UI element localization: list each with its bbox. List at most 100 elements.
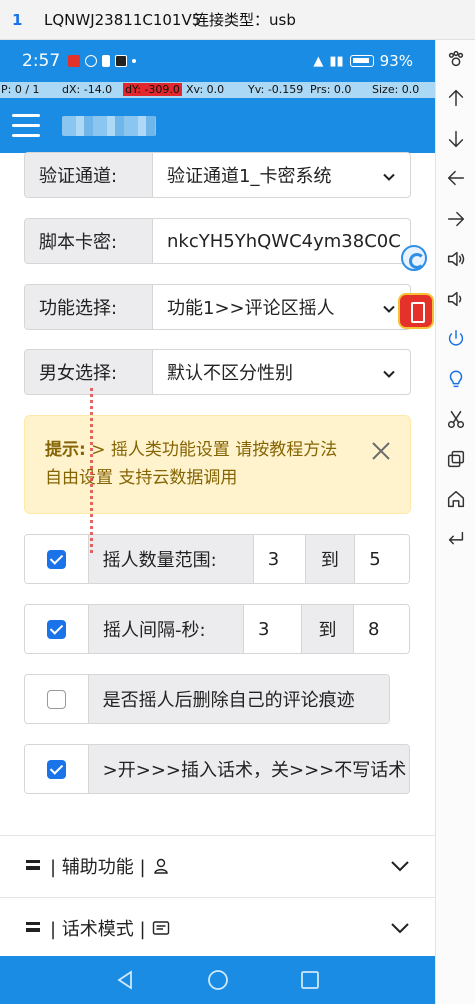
- interval-label: 摇人间隔-秒:: [89, 605, 244, 653]
- wifi-icon: ▲: [313, 53, 324, 69]
- range-from-input[interactable]: 3: [253, 535, 306, 583]
- section-assist[interactable]: | 辅助功能 |: [0, 835, 435, 895]
- battery-percent: 93%: [379, 52, 413, 70]
- paw-icon[interactable]: [436, 42, 475, 76]
- checkbox-checked-icon: [47, 619, 66, 639]
- chevron-down-icon: [382, 168, 396, 182]
- status-bar: 2:57 ▲ ▮▮ 93%: [0, 40, 435, 82]
- interval-checkbox[interactable]: [25, 605, 89, 653]
- checkbox-checked-icon: [46, 549, 66, 569]
- feature-select-row[interactable]: 功能选择: 功能1>>评论区摇人: [24, 284, 411, 330]
- card-key-label: 脚本卡密:: [25, 219, 153, 263]
- chevron-down-icon[interactable]: [389, 855, 411, 877]
- menu-icon[interactable]: [12, 114, 40, 137]
- chevron-down-icon: [382, 300, 396, 314]
- notification-icon: [132, 59, 137, 63]
- section-bar-icon: [26, 859, 40, 872]
- enter-icon[interactable]: [436, 522, 475, 556]
- interval-to-label: 到: [302, 605, 354, 653]
- card-icon: [152, 919, 170, 937]
- delete-trace-checkbox[interactable]: [25, 675, 89, 723]
- section-title: | 话术模式 |: [50, 915, 170, 941]
- arrow-up-icon[interactable]: [436, 81, 475, 115]
- section-title: | 辅助功能 |: [50, 853, 170, 879]
- section-title-text: | 话术模式 |: [50, 918, 146, 940]
- delete-trace-label: 是否摇人后删除自己的评论痕迹: [88, 675, 389, 723]
- recents-icon[interactable]: [298, 968, 322, 992]
- arrow-right-icon[interactable]: [436, 202, 475, 236]
- gender-select[interactable]: 默认不区分性别: [153, 350, 410, 394]
- touch-trace-line: [90, 388, 93, 553]
- pointer-dy: dY: -309.0: [123, 83, 182, 96]
- copy-icon[interactable]: [436, 442, 475, 476]
- home-icon[interactable]: [206, 968, 230, 992]
- speech-row: >开>>>插入话术，关>>>不写话术: [24, 744, 410, 794]
- section-bar-icon: [26, 921, 40, 934]
- floating-assistant-icon[interactable]: [401, 245, 427, 271]
- back-icon[interactable]: [113, 968, 137, 992]
- signal-icon: ▮▮: [329, 53, 344, 69]
- feature-value: 功能1>>评论区摇人: [167, 298, 335, 319]
- channel-select[interactable]: 验证通道1_卡密系统: [153, 153, 410, 197]
- alert-text: > 摇人类功能设置 请按教程方法自由设置 支持云数据调用: [45, 440, 338, 488]
- channel-label: 验证通道:: [25, 153, 153, 197]
- notification-icon: [102, 55, 111, 67]
- channel-select-row[interactable]: 验证通道: 验证通道1_卡密系统: [24, 152, 411, 198]
- bulb-icon[interactable]: [436, 362, 475, 396]
- status-right: ▲ ▮▮ 93%: [313, 40, 413, 82]
- navigation-bar: [0, 956, 435, 1004]
- channel-value: 验证通道1_卡密系统: [167, 166, 332, 187]
- scissors-icon[interactable]: [436, 402, 475, 436]
- home-icon[interactable]: [436, 482, 475, 516]
- feature-label: 功能选择:: [25, 285, 153, 329]
- pointer-prs: Prs: 0.0: [310, 83, 352, 96]
- pointer-location-bar: P: 0 / 1 dX: -14.0 dY: -309.0 Xv: 0.0 Yv…: [0, 82, 435, 98]
- section-speech-mode[interactable]: | 话术模式 |: [0, 897, 435, 957]
- range-checkbox[interactable]: [25, 535, 89, 583]
- gender-label: 男女选择:: [25, 350, 153, 394]
- app-bar: [0, 98, 435, 153]
- floating-app-icon[interactable]: [398, 293, 434, 329]
- notification-icon: [115, 55, 128, 67]
- notification-icon: [85, 55, 98, 67]
- user-icon: [152, 857, 170, 875]
- battery-icon: [349, 55, 374, 67]
- volume-down-icon[interactable]: [436, 282, 475, 316]
- power-icon[interactable]: [436, 322, 475, 356]
- feature-select[interactable]: 功能1>>评论区摇人: [153, 285, 410, 329]
- window-title-bar: 1 LQNWJ23811C101V5 连接类型：usb: [0, 0, 475, 40]
- device-serial: LQNWJ23811C101V5: [44, 10, 202, 29]
- checkbox-checked-icon: [46, 759, 66, 779]
- pointer-xv: Xv: 0.0: [186, 83, 225, 96]
- chevron-down-icon[interactable]: [389, 917, 411, 939]
- pointer-yv: Yv: -0.159: [248, 83, 304, 96]
- status-time: 2:57: [22, 51, 61, 71]
- pointer-count: P: 0 / 1: [1, 83, 40, 96]
- interval-from-input[interactable]: 3: [244, 605, 302, 653]
- device-index: 1: [12, 10, 23, 29]
- checkbox-unchecked-icon: [46, 689, 66, 709]
- device-toolbar: [435, 40, 475, 1004]
- range-to-input[interactable]: 5: [355, 535, 409, 583]
- gender-value: 默认不区分性别: [167, 363, 293, 384]
- card-key-input[interactable]: nkcYH5YhQWC4ym38C0C: [153, 219, 410, 263]
- gender-select-row[interactable]: 男女选择: 默认不区分性别: [24, 349, 411, 395]
- speech-checkbox[interactable]: [25, 745, 89, 793]
- arrow-down-icon[interactable]: [436, 122, 475, 156]
- chevron-down-icon: [382, 365, 396, 379]
- range-to-label: 到: [305, 535, 356, 583]
- section-title-text: | 辅助功能 |: [50, 856, 146, 878]
- interval-to-input[interactable]: 8: [354, 605, 409, 653]
- notification-icons: [68, 55, 137, 67]
- close-icon[interactable]: [370, 440, 392, 462]
- app-title-blurred: [62, 116, 156, 136]
- volume-up-icon[interactable]: [436, 242, 475, 276]
- pointer-dx: dX: -14.0: [62, 83, 113, 96]
- range-row: 摇人数量范围: 3 到 5: [24, 534, 410, 584]
- speech-label: >开>>>插入话术，关>>>不写话术: [88, 745, 409, 793]
- arrow-left-icon[interactable]: [436, 161, 475, 195]
- card-key-row[interactable]: 脚本卡密: nkcYH5YhQWC4ym38C0C: [24, 218, 411, 264]
- tip-alert: 提示: > 摇人类功能设置 请按教程方法自由设置 支持云数据调用: [24, 415, 411, 514]
- delete-trace-row: 是否摇人后删除自己的评论痕迹: [24, 674, 390, 724]
- connection-type: 连接类型：usb: [194, 11, 296, 29]
